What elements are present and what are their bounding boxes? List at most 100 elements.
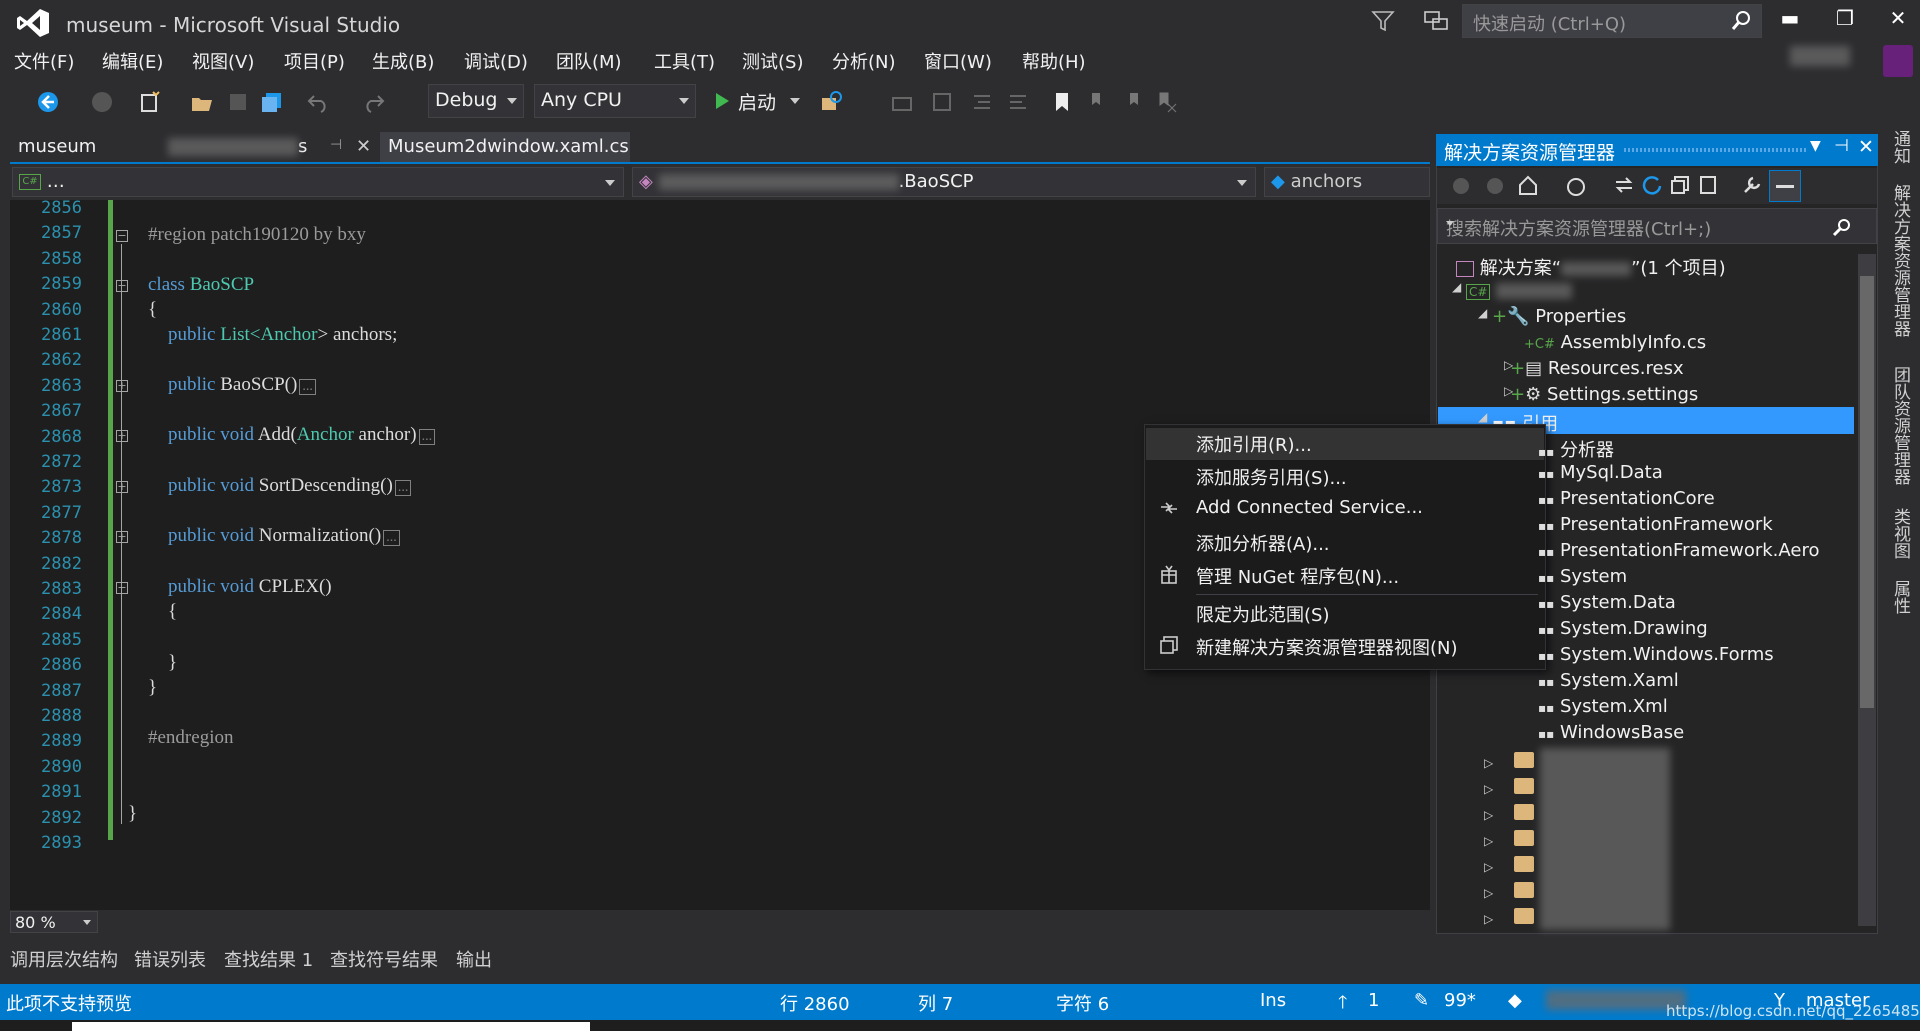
tab-find-symbol-results[interactable]: 查找符号结果 (330, 946, 438, 972)
new-project-icon[interactable] (138, 90, 162, 114)
reference-item[interactable]: ▪▪ MySql.Data (1538, 462, 1663, 483)
reference-item[interactable]: ▪▪ System.Drawing (1538, 618, 1708, 639)
collapse-method-icon[interactable]: − (116, 582, 128, 594)
reference-item[interactable]: ▪▪ System.Windows.Forms (1538, 644, 1774, 665)
solution-explorer-search-input[interactable]: 搜索解决方案资源管理器(Ctrl+;) (1437, 208, 1877, 244)
blurred-folder-names[interactable] (1540, 748, 1670, 930)
find-in-files-icon[interactable] (820, 90, 844, 114)
reference-item[interactable]: ▪▪ System.Xaml (1538, 670, 1679, 691)
next-bookmark-icon[interactable] (1120, 90, 1144, 114)
restore-button[interactable]: ❐ (1825, 6, 1865, 36)
collapsed-block[interactable]: ... (394, 480, 412, 496)
collapsed-block[interactable]: ... (418, 429, 436, 445)
code-line-class-close[interactable]: } (148, 677, 157, 699)
expand-arrow-icon[interactable]: ▷ (1504, 384, 1513, 398)
indent-icon[interactable] (970, 90, 994, 114)
expand-method-icon[interactable]: + (116, 380, 128, 392)
code-line-class[interactable]: class BaoSCP (148, 274, 254, 296)
close-tab-icon[interactable]: ✕ (356, 136, 371, 157)
solution-platform-select[interactable]: Any CPU (534, 84, 696, 118)
project-node[interactable]: ◢ C# (1452, 280, 1573, 301)
code-line-field[interactable]: public List<Anchor> anchors; (168, 324, 397, 346)
forward-icon[interactable] (90, 90, 114, 114)
code-line-brace[interactable]: { (148, 299, 157, 321)
status-pending-changes[interactable]: 99* (1444, 990, 1476, 1011)
menu-add-reference[interactable]: 添加引用(R)... (1196, 431, 1312, 457)
chevron-down-icon[interactable] (1446, 221, 1454, 226)
user-name[interactable] (1790, 46, 1850, 66)
menu-manage-nuget[interactable]: 管理 NuGet 程序包(N)... (1196, 563, 1399, 589)
menu-scope-to-this[interactable]: 限定为此范围(S) (1196, 601, 1329, 627)
menu-view[interactable]: 视图(V) (192, 48, 254, 74)
menu-add-analyzer[interactable]: 添加分析器(A)... (1196, 530, 1330, 556)
show-all-files-icon[interactable] (1697, 174, 1719, 196)
menu-window[interactable]: 窗口(W) (924, 48, 992, 74)
pin-icon[interactable]: ⊣ (330, 137, 342, 153)
side-tab-notifications[interactable]: 通知 (1888, 130, 1913, 164)
open-file-icon[interactable] (190, 90, 214, 114)
reference-item[interactable]: ▪▪ 分析器 (1538, 436, 1614, 462)
project-dropdown[interactable]: C# … (12, 167, 624, 197)
tab-find-results[interactable]: 查找结果 1 (224, 946, 313, 972)
collapsed-block[interactable]: ... (299, 379, 316, 395)
folder-expanders[interactable]: ▷ ▷ ▷ ▷ ▷ ▷ ▷ (1484, 750, 1504, 930)
outdent-icon[interactable] (1006, 90, 1030, 114)
solution-configuration-select[interactable]: Debug (428, 84, 524, 118)
tab-call-hierarchy[interactable]: 调用层次结构 (10, 946, 118, 972)
tab-blurred-file[interactable]: s ⊣ ✕ (160, 132, 380, 164)
menu-build[interactable]: 生成(B) (372, 48, 434, 74)
home-icon[interactable] (1517, 174, 1539, 196)
refresh-icon[interactable] (1641, 174, 1663, 196)
repo-name[interactable] (1546, 990, 1686, 1010)
code-line-inner-close[interactable]: } (168, 652, 177, 674)
code-line-normalization[interactable]: public void Normalization()... (168, 525, 400, 547)
code-line-ctor[interactable]: public BaoSCP()... (168, 374, 316, 396)
start-debugging-button[interactable]: 启动 (710, 84, 806, 118)
status-unpushed[interactable]: 1 (1368, 990, 1379, 1011)
expand-method-icon[interactable]: + (116, 481, 128, 493)
back-icon[interactable] (1451, 176, 1471, 196)
properties-wrench-icon[interactable] (1741, 174, 1763, 196)
expand-arrow-icon[interactable]: ▷ (1504, 358, 1513, 372)
menu-help[interactable]: 帮助(H) (1022, 48, 1086, 74)
menu-file[interactable]: 文件(F) (14, 48, 74, 74)
collapse-region-icon[interactable]: − (116, 230, 128, 242)
collapse-arrow-icon[interactable]: ◢ (1478, 306, 1487, 320)
solution-node[interactable]: 解决方案“ ”(1 个项目) (1456, 254, 1726, 280)
quick-launch-input[interactable]: 快速启动 (Ctrl+Q) (1462, 4, 1762, 38)
git-repo-icon[interactable]: ◆ (1508, 990, 1522, 1011)
reference-item[interactable]: ▪▪ PresentationCore (1538, 488, 1715, 509)
step-icon[interactable] (890, 90, 914, 114)
bookmark-icon[interactable] (1050, 90, 1074, 114)
undo-icon[interactable] (306, 90, 330, 114)
code-line-region[interactable]: #region patch190120 by bxy (148, 224, 366, 246)
close-window-button[interactable]: ✕ (1878, 6, 1918, 36)
tab-error-list[interactable]: 错误列表 (134, 946, 206, 972)
prev-bookmark-icon[interactable] (1086, 90, 1110, 114)
pending-changes-filter-icon[interactable] (1565, 176, 1587, 198)
expand-method-icon[interactable]: + (116, 430, 128, 442)
menu-debug[interactable]: 调试(D) (464, 48, 528, 74)
clear-bookmarks-icon[interactable] (1154, 90, 1178, 114)
feedback-icon[interactable] (1422, 8, 1450, 34)
collapse-all-icon[interactable] (1669, 174, 1691, 196)
menu-analyze[interactable]: 分析(N) (832, 48, 896, 74)
collapse-arrow-icon[interactable]: ◢ (1478, 410, 1487, 424)
save-icon[interactable] (226, 90, 250, 114)
redo-icon[interactable] (362, 90, 386, 114)
code-line-sort[interactable]: public void SortDescending()... (168, 475, 412, 497)
side-tab-solution-explorer[interactable]: 解决方案资源管理器 (1888, 184, 1913, 337)
tab-output[interactable]: 输出 (456, 946, 492, 972)
filter-icon[interactable] (1370, 8, 1396, 34)
scrollbar-thumb[interactable] (1860, 276, 1874, 708)
reference-item[interactable]: ▪▪ WindowsBase (1538, 722, 1684, 743)
reference-item[interactable]: ▪▪ System.Data (1538, 592, 1676, 613)
arrow-up-icon[interactable]: 🡑 (1338, 990, 1347, 1020)
chevron-down-icon[interactable] (790, 98, 800, 104)
code-line-namespace-close[interactable]: } (128, 803, 137, 825)
menu-tools[interactable]: 工具(T) (654, 48, 715, 74)
code-line-add[interactable]: public void Add(Anchor anchor)... (168, 424, 436, 446)
menu-new-solution-explorer-view[interactable]: 新建解决方案资源管理器视图(N) (1196, 634, 1458, 660)
collapse-arrow-icon[interactable]: ◢ (1452, 280, 1461, 294)
properties-node[interactable]: ◢ +🔧 Properties (1478, 306, 1626, 327)
